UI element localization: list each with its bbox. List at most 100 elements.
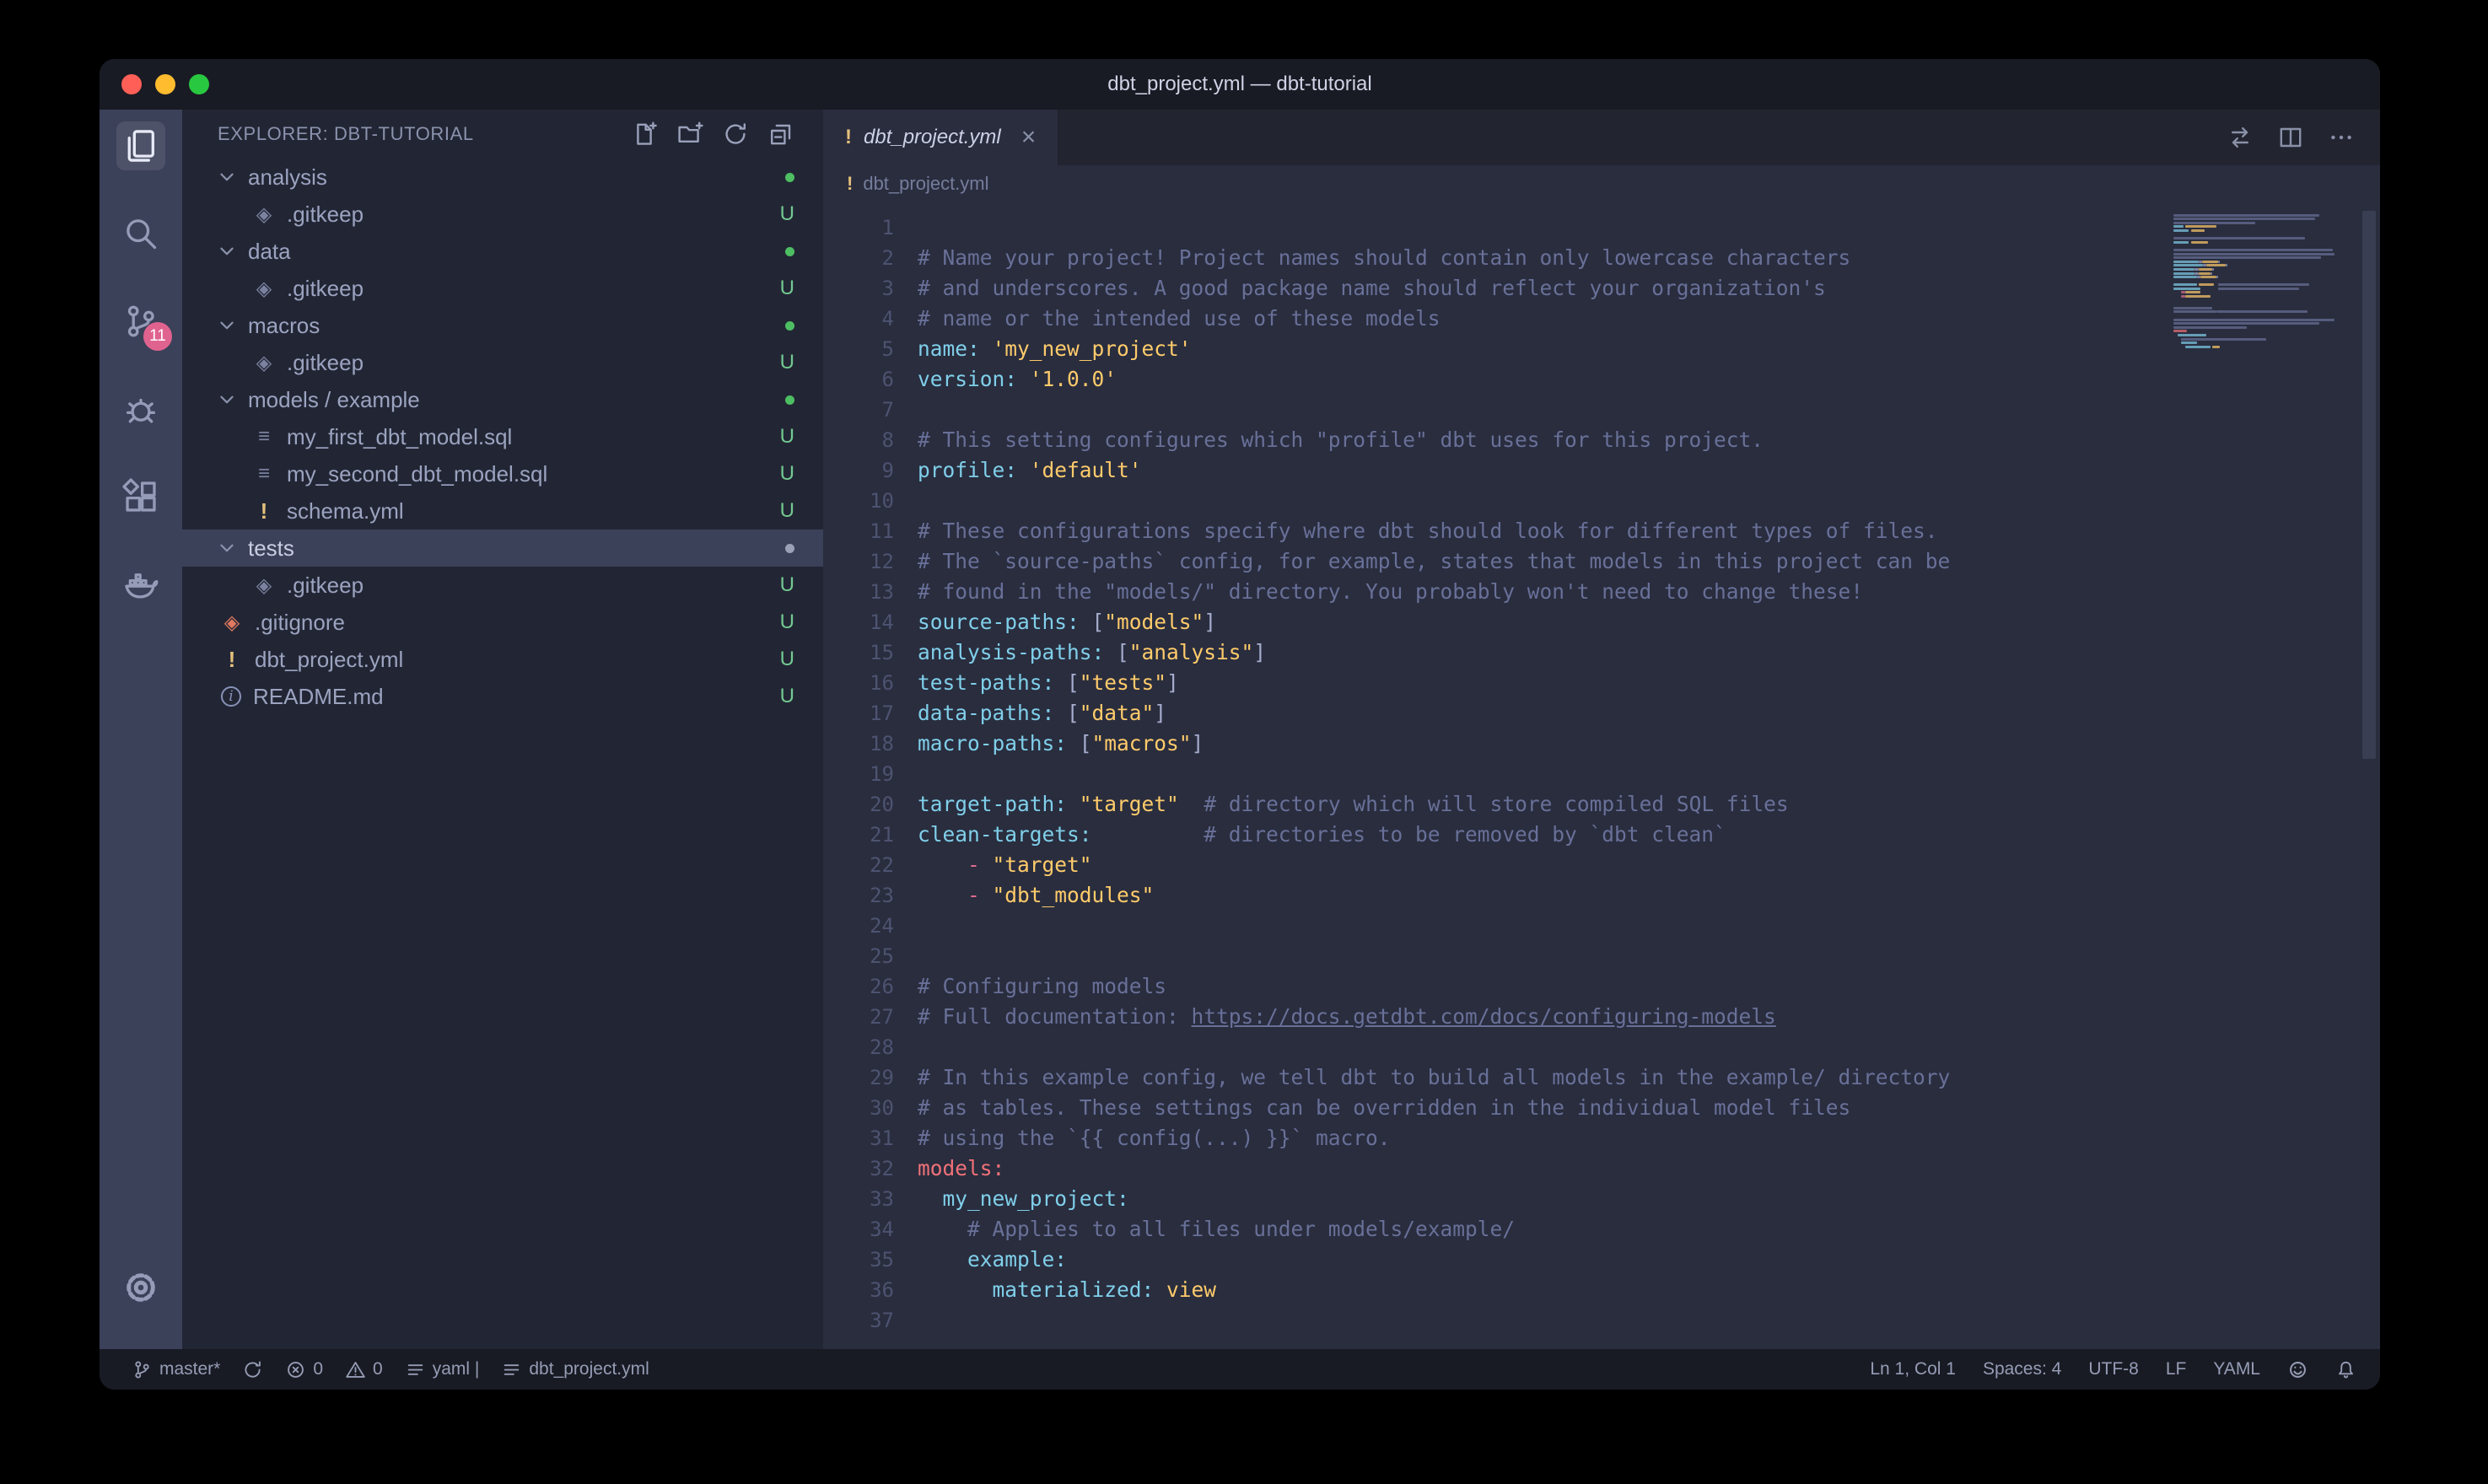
activity-item-search[interactable] [116,209,165,258]
code-line[interactable]: 30# as tables. These settings can be ove… [823,1093,2380,1123]
code-line[interactable]: 25 [823,941,2380,971]
tree-item-tests[interactable]: tests [182,530,823,567]
code-line[interactable]: 12# The `source-paths` config, for examp… [823,546,2380,577]
code-line[interactable]: 18macro-paths: ["macros"] [823,729,2380,759]
code-line[interactable]: 34 # Applies to all files under models/e… [823,1214,2380,1245]
new-file-button[interactable] [631,121,658,148]
code-line[interactable]: 4# name or the intended use of these mod… [823,304,2380,334]
close-button[interactable] [121,74,142,94]
status-dbt-project-yml[interactable]: dbt_project.yml [501,1359,649,1380]
activity-item-source-control[interactable]: 11 [116,297,165,346]
tree-item-schema-yml[interactable]: !schema.ymlU [182,492,823,530]
code-line[interactable]: 33 my_new_project: [823,1184,2380,1214]
split-editor-button[interactable] [2277,124,2304,151]
status-ln-1-col-1[interactable]: Ln 1, Col 1 [1870,1359,1956,1379]
code-line[interactable]: 10 [823,486,2380,516]
code-line[interactable]: 24 [823,911,2380,941]
close-icon[interactable]: × [1021,125,1037,150]
tree-item--gitkeep[interactable]: ◈.gitkeepU [182,567,823,604]
code-line[interactable]: 8# This setting configures which "profil… [823,425,2380,455]
activity-item-settings[interactable] [116,1263,165,1312]
file-tree: analysis◈.gitkeepUdata◈.gitkeepUmacros◈.… [182,159,823,1349]
tree-item-data[interactable]: data [182,233,823,270]
collapse-all-button[interactable] [767,121,794,148]
scrollbar[interactable] [2362,211,2376,759]
code-line[interactable]: 19 [823,759,2380,789]
code-line[interactable]: 31# using the `{{ config(...) }}` macro. [823,1123,2380,1153]
code-line[interactable]: 15analysis-paths: ["analysis"] [823,637,2380,668]
new-folder-button[interactable] [676,121,703,148]
code-line[interactable]: 2# Name your project! Project names shou… [823,243,2380,273]
refresh-button[interactable] [722,121,749,148]
tab-label: dbt_project.yml [864,126,1001,149]
status-label: YAML [2213,1359,2260,1379]
line-number: 12 [823,546,894,577]
line-number: 4 [823,304,894,334]
activity-item-debug[interactable] [116,384,165,433]
status-label: 0 [373,1359,383,1379]
code-line[interactable]: 29# In this example config, we tell dbt … [823,1062,2380,1093]
tree-item--gitkeep[interactable]: ◈.gitkeepU [182,270,823,307]
status-spaces-4[interactable]: Spaces: 4 [1983,1359,2061,1379]
status-smiley[interactable] [2287,1359,2308,1380]
breadcrumb[interactable]: ! dbt_project.yml [823,165,2380,202]
code-line[interactable]: 23 - "dbt_modules" [823,880,2380,911]
code-line[interactable]: 28 [823,1032,2380,1062]
more-editor-button[interactable] [2328,124,2355,151]
status-0[interactable]: 0 [285,1359,323,1380]
code-line[interactable]: 5name: 'my_new_project' [823,334,2380,364]
code-line[interactable]: 26# Configuring models [823,971,2380,1002]
status-yaml-[interactable]: yaml | [405,1359,480,1380]
code-line[interactable]: 21clean-targets: # directories to be rem… [823,820,2380,850]
minimize-button[interactable] [155,74,175,94]
tree-item-models-example[interactable]: models / example [182,381,823,418]
code-line[interactable]: 9profile: 'default' [823,455,2380,486]
folder-status [785,321,794,331]
zoom-button[interactable] [189,74,209,94]
tree-item-my-first-dbt-model-sql[interactable]: ≡my_first_dbt_model.sqlU [182,418,823,455]
tree-item--gitignore[interactable]: ◈.gitignoreU [182,604,823,641]
status-yaml[interactable]: YAML [2213,1359,2260,1379]
tree-item-analysis[interactable]: analysis [182,159,823,196]
status-0[interactable]: 0 [345,1359,383,1380]
status-utf-8[interactable]: UTF-8 [2088,1359,2139,1379]
activity-item-explorer[interactable] [116,121,165,170]
code-line[interactable]: 14source-paths: ["models"] [823,607,2380,637]
compare-editor-button[interactable] [2227,124,2254,151]
tree-item-readme-md[interactable]: iREADME.mdU [182,678,823,715]
tree-item--gitkeep[interactable]: ◈.gitkeepU [182,196,823,233]
code-line[interactable]: 32models: [823,1153,2380,1184]
code-line[interactable]: 16test-paths: ["tests"] [823,668,2380,698]
activity-item-docker[interactable] [116,560,165,609]
activity-item-extensions[interactable] [116,472,165,521]
git-file-icon: ◈ [253,573,275,598]
code-line[interactable]: 36 materialized: view [823,1275,2380,1305]
code-line[interactable]: 17data-paths: ["data"] [823,698,2380,729]
status-bell[interactable] [2335,1359,2356,1380]
code-line[interactable]: 1 [823,212,2380,243]
code-line[interactable]: 7 [823,395,2380,425]
tree-item--gitkeep[interactable]: ◈.gitkeepU [182,344,823,381]
line-number: 7 [823,395,894,425]
code-line[interactable]: 37 [823,1305,2380,1336]
line-number: 14 [823,607,894,637]
tree-item-my-second-dbt-model-sql[interactable]: ≡my_second_dbt_model.sqlU [182,455,823,492]
code-line[interactable]: 22 - "target" [823,850,2380,880]
code-line[interactable]: 3# and underscores. A good package name … [823,273,2380,304]
code-editor[interactable]: 12# Name your project! Project names sho… [823,202,2380,1336]
status-lf[interactable]: LF [2166,1359,2187,1379]
code-line[interactable]: 13# found in the "models/" directory. Yo… [823,577,2380,607]
yaml-warning-icon: ! [221,647,243,673]
line-number: 16 [823,668,894,698]
code-line[interactable]: 20target-path: "target" # directory whic… [823,789,2380,820]
tree-item-macros[interactable]: macros [182,307,823,344]
status-master-[interactable]: master* [132,1359,220,1380]
code-line[interactable]: 11# These configurations specify where d… [823,516,2380,546]
code-line[interactable]: 27# Full documentation: https://docs.get… [823,1002,2380,1032]
minimap[interactable] [2173,209,2355,352]
tree-item-dbt-project-yml[interactable]: !dbt_project.ymlU [182,641,823,678]
tab-dbt-project-yml[interactable]: ! dbt_project.yml × [823,110,1058,165]
status-sync[interactable] [242,1359,263,1380]
code-line[interactable]: 35 example: [823,1245,2380,1275]
code-line[interactable]: 6version: '1.0.0' [823,364,2380,395]
